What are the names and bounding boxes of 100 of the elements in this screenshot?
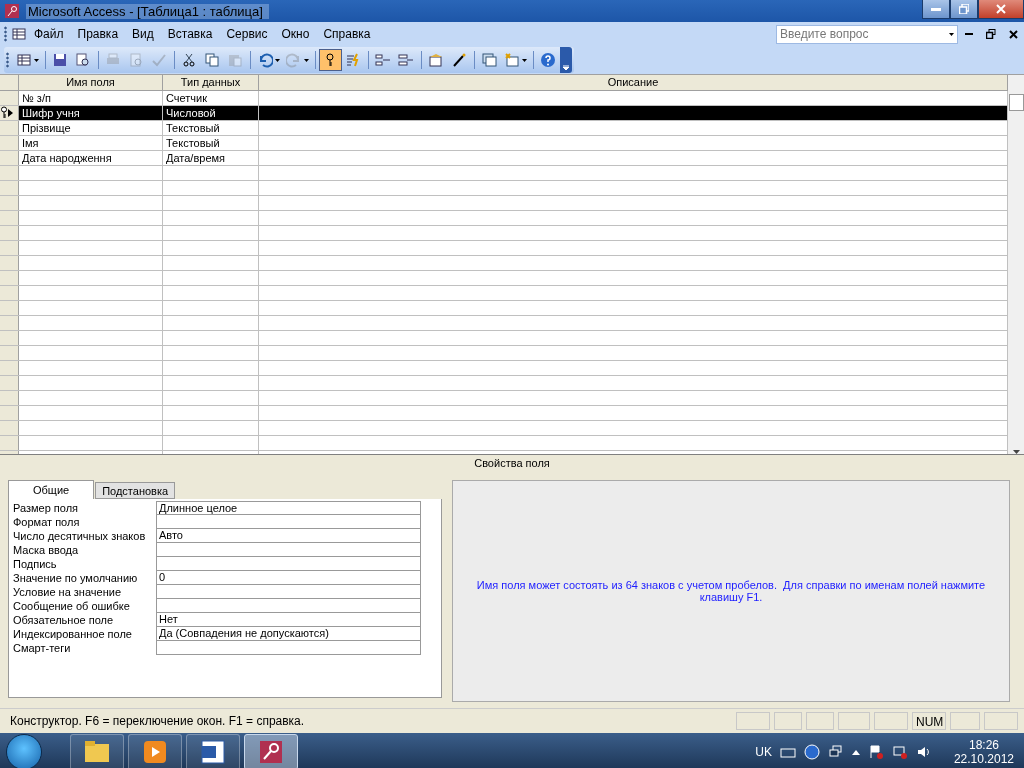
- table-row[interactable]: Імя Текстовый: [0, 136, 1008, 151]
- property-label: Размер поля: [13, 501, 80, 515]
- table-icon: [11, 26, 27, 42]
- table-cell: Імя: [19, 136, 163, 150]
- restore-icon: [986, 29, 996, 39]
- caret-icon: [304, 58, 309, 62]
- property-field[interactable]: [156, 585, 421, 599]
- property-field[interactable]: [156, 543, 421, 557]
- play-icon: [141, 738, 169, 766]
- property-field[interactable]: [156, 599, 421, 613]
- property-field[interactable]: [156, 641, 421, 655]
- table-cell: Дата народження: [19, 151, 163, 165]
- table-cell: Прізвище: [19, 121, 163, 135]
- table-row[interactable]: [0, 316, 1008, 331]
- table-row[interactable]: [0, 421, 1008, 436]
- table-row[interactable]: [0, 256, 1008, 271]
- property-field[interactable]: Нет: [156, 613, 421, 627]
- table-row[interactable]: [0, 211, 1008, 226]
- status-pane: [874, 712, 908, 730]
- scrollbar[interactable]: [1008, 75, 1024, 454]
- table-row[interactable]: Шифр учня Числовой: [0, 106, 1008, 121]
- scrollbar-thumb[interactable]: [1008, 94, 1024, 111]
- table-row[interactable]: [0, 166, 1008, 181]
- property-label: Обязательное поле: [13, 613, 115, 627]
- property-field[interactable]: Да (Совпадения не допускаются): [156, 627, 421, 641]
- network-icon: [891, 744, 908, 760]
- table-cell: Числовой: [163, 106, 259, 120]
- table-row[interactable]: [0, 241, 1008, 256]
- table-row[interactable]: [0, 376, 1008, 391]
- down-arrow-icon: [1012, 450, 1020, 454]
- grip-icon: [6, 52, 9, 68]
- table-row[interactable]: [0, 271, 1008, 286]
- key-icon: [0, 106, 8, 118]
- caret-icon: [275, 58, 280, 62]
- close-icon: [1008, 29, 1018, 39]
- close-button[interactable]: [978, 0, 1024, 19]
- table-row[interactable]: [0, 181, 1008, 196]
- key-icon: [257, 738, 285, 766]
- property-label: Подпись: [13, 557, 58, 571]
- status-pane: [950, 712, 980, 730]
- menu-item[interactable]: Вид: [125, 24, 161, 44]
- status-pane: [838, 712, 870, 730]
- table-cell: Шифр учня: [19, 106, 163, 120]
- property-field[interactable]: 0: [156, 571, 421, 585]
- restore-icon: [959, 4, 969, 14]
- menu-item[interactable]: Файл: [27, 24, 71, 44]
- minimize-icon: [965, 33, 973, 35]
- table-cell: Счетчик: [163, 91, 259, 105]
- row-selector[interactable]: [0, 106, 19, 120]
- property-field[interactable]: [156, 557, 421, 571]
- minimize-button[interactable]: [922, 0, 950, 19]
- grip-icon: [4, 26, 7, 42]
- table-row[interactable]: [0, 361, 1008, 376]
- menu-item[interactable]: Вставка: [160, 24, 220, 44]
- table-cell: Текстовый: [163, 121, 259, 135]
- table-row[interactable]: [0, 301, 1008, 316]
- property-label: Формат поля: [13, 515, 81, 529]
- windows-icon: [827, 744, 844, 760]
- table-row[interactable]: [0, 346, 1008, 361]
- table-row[interactable]: Прізвище Текстовый: [0, 121, 1008, 136]
- tab[interactable]: Подстановка: [95, 482, 176, 499]
- table-row[interactable]: [0, 436, 1008, 451]
- caret-icon: [34, 58, 39, 62]
- menu-item[interactable]: Сервис: [219, 24, 275, 44]
- menu-item[interactable]: Правка: [70, 24, 126, 44]
- property-field[interactable]: Длинное целое: [156, 501, 421, 515]
- document-icon: [199, 738, 227, 766]
- status-pane: [774, 712, 802, 730]
- caret-icon: [522, 58, 527, 62]
- property-label: Число десятичных знаков: [13, 529, 147, 543]
- taskbar-button[interactable]: [244, 734, 298, 768]
- minimize-icon: [931, 7, 941, 11]
- table-row[interactable]: [0, 406, 1008, 421]
- window-title: Microsoft Access - [Таблица1 : таблица]: [26, 3, 269, 19]
- property-field[interactable]: Авто: [156, 529, 421, 543]
- table-row[interactable]: [0, 286, 1008, 301]
- table-row[interactable]: № з/п Счетчик: [0, 91, 1008, 106]
- toolbar-options-button[interactable]: [560, 47, 572, 73]
- help-text: Имя поля может состоять из 64 знаков с учетом пробелов. Для справки по именам полей нажмите клавишу F1.: [475, 579, 987, 603]
- clock-time: 18:26: [968, 738, 999, 752]
- menu-item[interactable]: Справка: [316, 24, 378, 44]
- table-cell: № з/п: [19, 91, 163, 105]
- tab[interactable]: Общие: [8, 480, 95, 499]
- restore-button[interactable]: [950, 0, 978, 19]
- table-row[interactable]: [0, 196, 1008, 211]
- status-message: Конструктор. F6 = переключение окон. F1 = справка.: [10, 714, 306, 728]
- start-button[interactable]: [6, 734, 42, 768]
- table-row[interactable]: [0, 391, 1008, 406]
- table-row[interactable]: Дата народження Дата/время: [0, 151, 1008, 166]
- status-pane: [736, 712, 770, 730]
- table-cell: Текстовый: [163, 136, 259, 150]
- table-row[interactable]: [0, 226, 1008, 241]
- current-row-icon: [8, 109, 13, 117]
- property-field[interactable]: [156, 515, 421, 529]
- up-arrow-icon: [851, 749, 860, 755]
- property-label: Индексированное поле: [13, 627, 133, 641]
- table-row[interactable]: [0, 331, 1008, 346]
- status-pane: [984, 712, 1018, 730]
- column-header: Тип данных: [163, 75, 259, 90]
- menu-item[interactable]: Окно: [274, 24, 317, 44]
